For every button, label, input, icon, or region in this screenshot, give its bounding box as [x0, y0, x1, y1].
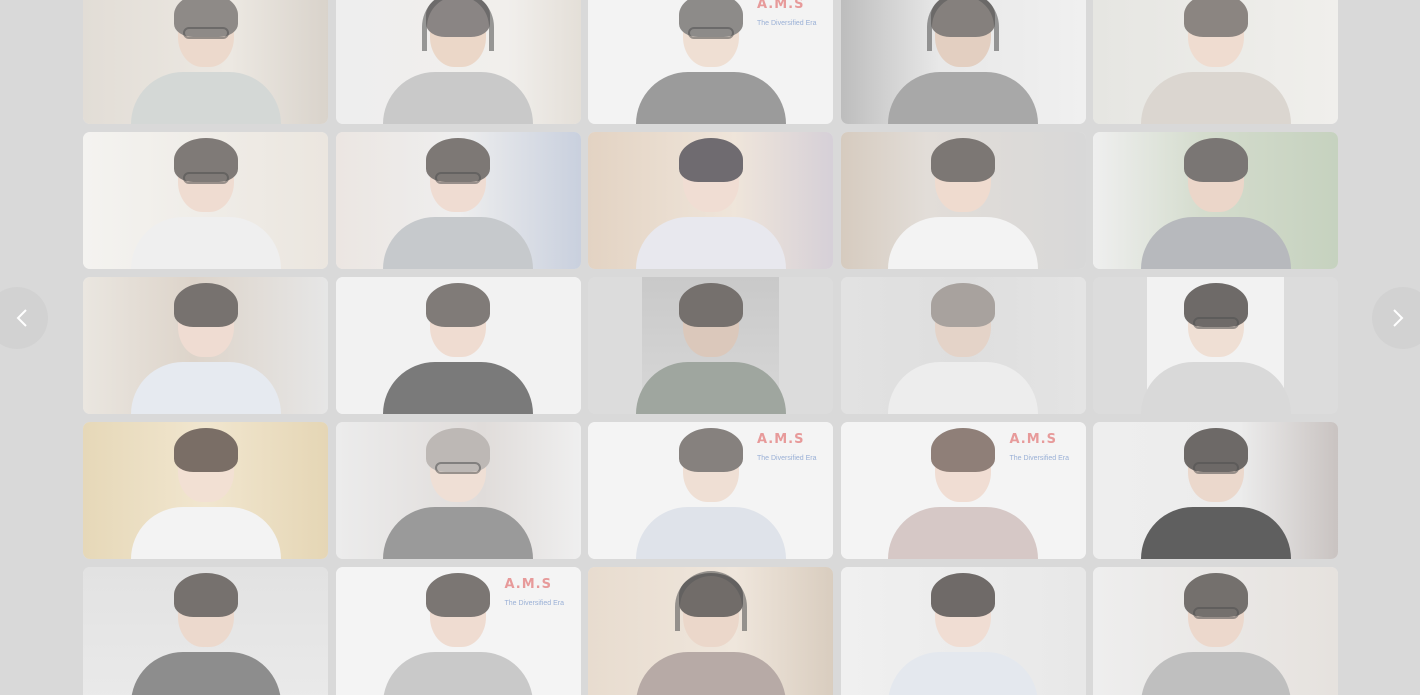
event-banner: A.M.S The Diversified Era	[757, 432, 823, 482]
participant-tile	[588, 277, 833, 414]
participant-tile	[840, 132, 1086, 269]
participant-tile	[83, 277, 328, 414]
participant-figure	[383, 138, 533, 269]
participant-figure	[888, 138, 1038, 269]
photo-carousel: A.M.S The Diversified Era A.M.S The Dive…	[0, 0, 1420, 695]
participant-tile	[840, 567, 1086, 695]
participant-figure	[888, 573, 1038, 695]
participant-tile: A.M.S The Diversified Era	[588, 0, 833, 124]
participant-figure	[888, 283, 1038, 414]
participant-figure	[130, 428, 281, 559]
carousel-prev-button[interactable]	[0, 287, 48, 349]
participant-figure	[383, 283, 533, 414]
participant-tile: A.M.S The Diversified Era	[335, 567, 581, 695]
participant-figure	[130, 573, 281, 695]
participant-tile	[840, 277, 1086, 414]
participant-figure	[383, 428, 533, 559]
participant-figure	[1140, 138, 1291, 269]
participant-figure	[1140, 573, 1291, 695]
participant-tile	[1093, 277, 1338, 414]
participant-tile	[83, 0, 328, 124]
participant-figure	[635, 283, 786, 414]
participant-tile	[1093, 132, 1338, 269]
participant-figure	[383, 0, 533, 124]
event-logo: A.M.S	[757, 0, 805, 12]
event-logo: A.M.S	[504, 577, 552, 592]
participant-tile	[335, 422, 581, 559]
participant-figure	[1140, 0, 1291, 124]
participant-tile: A.M.S The Diversified Era	[840, 422, 1086, 559]
carousel-next-button[interactable]	[1372, 287, 1420, 349]
participant-tile	[840, 0, 1086, 124]
event-banner: A.M.S The Diversified Era	[505, 577, 571, 627]
participant-figure	[635, 138, 786, 269]
participant-figure	[888, 0, 1038, 124]
participant-figure	[130, 283, 281, 414]
participant-tile	[1093, 567, 1338, 695]
event-logo: A.M.S	[1009, 432, 1057, 447]
participant-tile	[83, 132, 328, 269]
event-tagline: The Diversified Era	[1009, 455, 1070, 462]
chevron-left-icon	[16, 309, 27, 327]
event-tagline: The Diversified Era	[504, 600, 565, 607]
chevron-right-icon	[1393, 309, 1404, 327]
participant-tile	[83, 422, 328, 559]
participant-tile	[588, 132, 833, 269]
participant-figure	[130, 0, 281, 124]
participant-tile: A.M.S The Diversified Era	[588, 422, 833, 559]
participant-tile	[335, 0, 581, 124]
participant-tile	[335, 277, 581, 414]
participant-tile	[1093, 0, 1338, 124]
participant-tile	[335, 132, 581, 269]
participant-tile	[588, 567, 833, 695]
event-tagline: The Diversified Era	[757, 20, 817, 27]
event-tagline: The Diversified Era	[757, 455, 817, 462]
participant-tile	[83, 567, 328, 695]
participant-figure	[635, 571, 786, 695]
event-banner: A.M.S The Diversified Era	[1010, 432, 1076, 482]
participant-tile	[1093, 422, 1338, 559]
participant-figure	[1140, 283, 1291, 414]
participant-figure	[130, 138, 281, 269]
participant-grid: A.M.S The Diversified Era A.M.S The Dive…	[83, 0, 1338, 695]
participant-figure	[1140, 428, 1291, 559]
event-logo: A.M.S	[757, 432, 805, 447]
event-banner: A.M.S The Diversified Era	[757, 0, 823, 47]
